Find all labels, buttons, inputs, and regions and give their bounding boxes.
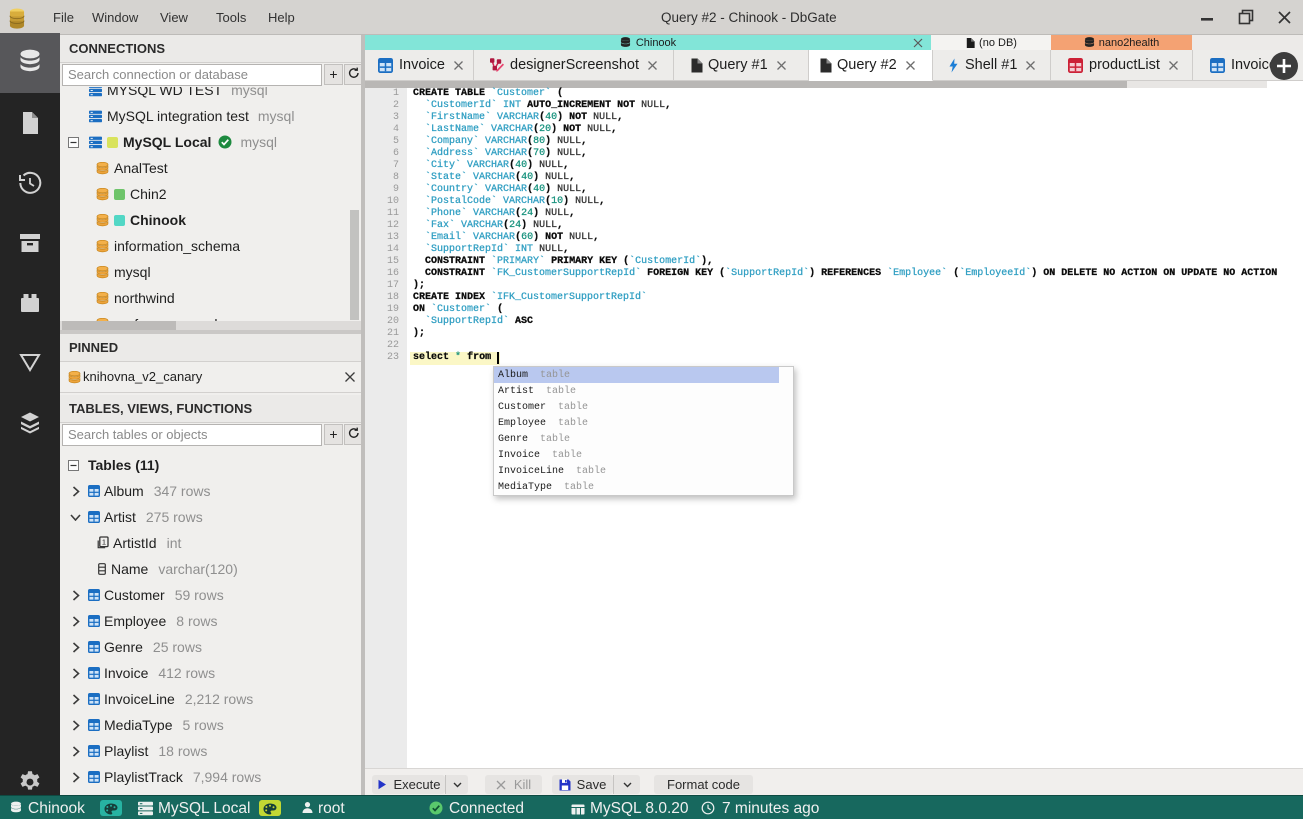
svg-text:1: 1 (102, 538, 106, 547)
